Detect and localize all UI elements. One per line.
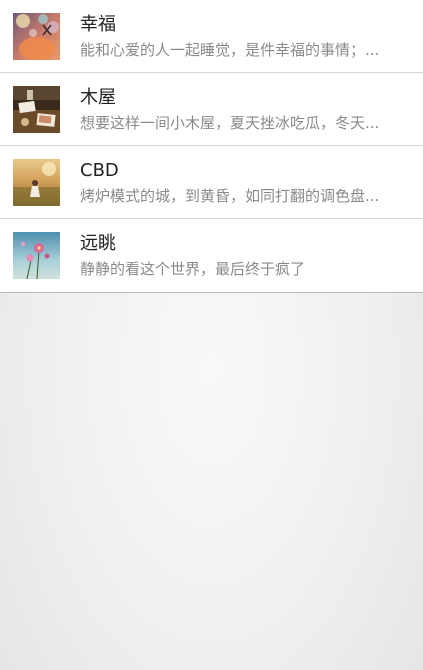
wooden-table-thumbnail [13, 86, 60, 133]
item-title: 木屋 [80, 87, 116, 108]
flower-sky-thumbnail [13, 232, 60, 279]
article-list: 幸福 能和心爱的人一起睡觉，是件幸福的事情；... 木屋 想要这样一间小木屋，夏… [0, 0, 423, 293]
item-description: 想要这样一间小木屋，夏天挫冰吃瓜，冬天... [80, 114, 380, 132]
item-description: 能和心爱的人一起睡觉，是件幸福的事情；... [80, 41, 380, 59]
bokeh-thumbnail [13, 13, 60, 60]
list-item[interactable]: CBD 烤炉模式的城，到黄昏，如同打翻的调色盘... [0, 146, 423, 219]
item-title: 幸福 [80, 14, 116, 35]
field-sunset-thumbnail [13, 159, 60, 206]
item-description: 烤炉模式的城，到黄昏，如同打翻的调色盘... [80, 187, 380, 205]
list-item[interactable]: 远眺 静静的看这个世界，最后终于疯了 [0, 219, 423, 292]
item-description: 静静的看这个世界，最后终于疯了 [80, 260, 306, 278]
list-item[interactable]: 木屋 想要这样一间小木屋，夏天挫冰吃瓜，冬天... [0, 73, 423, 146]
item-title: CBD [80, 160, 119, 181]
item-title: 远眺 [80, 233, 116, 254]
list-item[interactable]: 幸福 能和心爱的人一起睡觉，是件幸福的事情；... [0, 0, 423, 73]
